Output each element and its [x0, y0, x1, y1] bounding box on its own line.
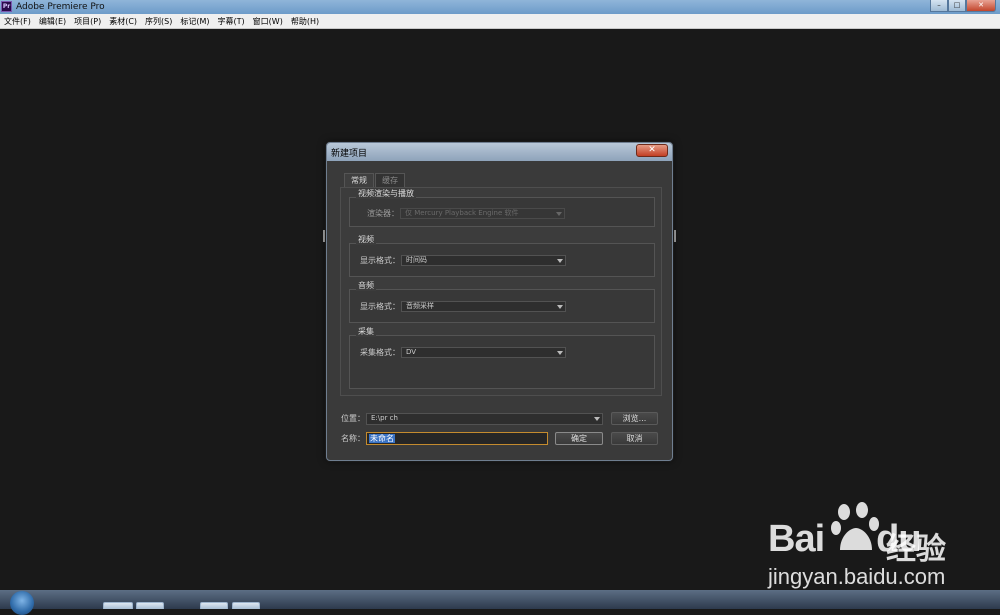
- video-display-format-select[interactable]: 时间码: [401, 255, 566, 266]
- tab-scratch[interactable]: 缓存: [375, 173, 405, 187]
- taskbar-app-4[interactable]: [232, 602, 260, 609]
- general-tab-panel: 视频渲染与播放 渲染器： 仅 Mercury Playback Engine 软…: [340, 187, 662, 396]
- watermark-logo-text: Bai: [768, 518, 825, 560]
- menu-bar: 文件(F) 编辑(E) 项目(P) 素材(C) 序列(S) 标记(M) 字幕(T…: [0, 14, 1000, 29]
- menu-title[interactable]: 字幕(T): [214, 14, 249, 28]
- capture-format-value: DV: [406, 348, 417, 356]
- dialog-body: 常规 缓存 视频渲染与播放 渲染器： 仅 Mercury Playback En…: [332, 161, 667, 457]
- menu-help[interactable]: 帮助(H): [287, 14, 323, 28]
- baidu-watermark: Bai du 经验 jingyan.baidu.com: [768, 502, 968, 592]
- menu-window[interactable]: 窗口(W): [249, 14, 287, 28]
- location-label: 位置：: [341, 414, 365, 423]
- location-value: E:\pr ch: [371, 414, 398, 422]
- paw-icon: [831, 502, 879, 550]
- capture-format-label: 采集格式：: [360, 348, 400, 357]
- dialog-tabs: 常规 缓存: [344, 173, 406, 187]
- renderer-select[interactable]: 仅 Mercury Playback Engine 软件: [400, 208, 565, 219]
- cancel-button[interactable]: 取消: [611, 432, 658, 445]
- menu-sequence[interactable]: 序列(S): [141, 14, 176, 28]
- windows-taskbar: [0, 590, 1000, 615]
- audio-display-format-select[interactable]: 音频采样: [401, 301, 566, 312]
- audio-display-format-label: 显示格式：: [360, 302, 400, 311]
- maximize-button[interactable]: □: [948, 0, 966, 12]
- ok-button[interactable]: 确定: [555, 432, 603, 445]
- dialog-edge-right: [673, 230, 676, 242]
- project-name-input[interactable]: 未命名: [366, 432, 548, 445]
- watermark-cn-text: 经验: [886, 532, 946, 567]
- window-title: Adobe Premiere Pro: [16, 2, 105, 12]
- video-display-format-label: 显示格式：: [360, 256, 400, 265]
- start-button[interactable]: [10, 591, 34, 615]
- capture-format-select[interactable]: DV: [401, 347, 566, 358]
- chevron-down-icon: [557, 351, 563, 355]
- premiere-app-icon: Pr: [1, 1, 12, 12]
- menu-marker[interactable]: 标记(M): [176, 14, 213, 28]
- video-group: 视频 显示格式： 时间码: [349, 235, 655, 277]
- video-display-format-value: 时间码: [406, 256, 427, 264]
- audio-group: 音频 显示格式： 音频采样: [349, 281, 655, 323]
- chevron-down-icon: [594, 417, 600, 421]
- menu-clip[interactable]: 素材(C): [105, 14, 141, 28]
- browse-button[interactable]: 浏览...: [611, 412, 658, 425]
- dialog-title: 新建项目: [331, 149, 368, 159]
- tab-general[interactable]: 常规: [344, 173, 374, 187]
- chevron-down-icon: [556, 212, 562, 216]
- minimize-button[interactable]: –: [930, 0, 948, 12]
- capture-group-title: 采集: [356, 327, 376, 337]
- render-group: 视频渲染与播放 渲染器： 仅 Mercury Playback Engine 软…: [349, 189, 655, 227]
- render-group-title: 视频渲染与播放: [356, 189, 416, 199]
- new-project-dialog: 新建项目 ✕ 常规 缓存 视频渲染与播放 渲染器： 仅 Mercury Play…: [326, 142, 673, 461]
- window-controls: – □ ✕: [930, 0, 996, 12]
- name-label: 名称：: [341, 434, 365, 443]
- renderer-label: 渲染器：: [367, 209, 399, 218]
- close-window-button[interactable]: ✕: [966, 0, 996, 12]
- renderer-value: 仅 Mercury Playback Engine 软件: [405, 209, 519, 217]
- dialog-titlebar: 新建项目 ✕: [327, 143, 672, 161]
- taskbar-app-3[interactable]: [200, 602, 228, 609]
- watermark-url: jingyan.baidu.com: [768, 564, 946, 589]
- menu-edit[interactable]: 编辑(E): [35, 14, 70, 28]
- project-name-value: 未命名: [369, 434, 395, 443]
- taskbar-app-1[interactable]: [103, 602, 133, 609]
- audio-display-format-value: 音频采样: [406, 302, 434, 310]
- capture-group: 采集 采集格式： DV: [349, 327, 655, 389]
- window-titlebar: Pr Adobe Premiere Pro – □ ✕: [0, 0, 1000, 14]
- video-group-title: 视频: [356, 235, 376, 245]
- dialog-close-button[interactable]: ✕: [636, 144, 668, 157]
- audio-group-title: 音频: [356, 281, 376, 291]
- taskbar-app-2[interactable]: [136, 602, 164, 609]
- location-select[interactable]: E:\pr ch: [366, 413, 603, 425]
- chevron-down-icon: [557, 305, 563, 309]
- menu-file[interactable]: 文件(F): [0, 14, 35, 28]
- chevron-down-icon: [557, 259, 563, 263]
- menu-project[interactable]: 项目(P): [70, 14, 105, 28]
